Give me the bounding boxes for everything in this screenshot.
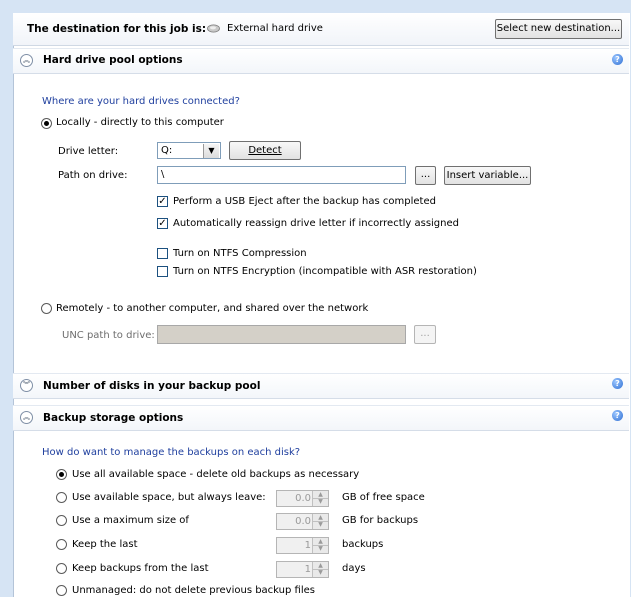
storage-option-radio[interactable]: [56, 492, 67, 503]
storage-option-radio[interactable]: [56, 469, 67, 480]
storage-option-label: Keep backups from the last: [72, 563, 209, 574]
destination-value: External hard drive: [227, 23, 323, 34]
ntfs-encryption-label: Turn on NTFS Encryption (incompatible wi…: [173, 266, 477, 277]
drive-letter-value: Q:: [161, 145, 173, 156]
stepper-unit: GB of free space: [342, 492, 425, 503]
reassign-letter-checkbox[interactable]: ✓: [157, 218, 168, 229]
storage-option-label: Use available space, but always leave:: [72, 492, 266, 503]
storage-question: How do want to manage the backups on eac…: [42, 447, 301, 458]
stepper-value: 0.0: [295, 516, 311, 527]
keep-last-stepper[interactable]: 1 ▲ ▼: [276, 537, 329, 554]
remote-radio[interactable]: [41, 303, 52, 314]
drive-letter-select[interactable]: Q: ▼: [157, 142, 221, 159]
unc-browse-button[interactable]: ...: [414, 325, 436, 344]
help-icon[interactable]: ?: [612, 410, 623, 421]
unc-label: UNC path to drive:: [62, 330, 155, 341]
insert-variable-button[interactable]: Insert variable...: [444, 166, 531, 185]
stepper-down-icon[interactable]: ▼: [313, 569, 328, 576]
stepper-value: 1: [304, 540, 311, 551]
usb-eject-label: Perform a USB Eject after the backup has…: [173, 196, 436, 207]
path-browse-button[interactable]: ...: [415, 166, 436, 185]
stepper-down-icon[interactable]: ▼: [313, 545, 328, 552]
storage-option-label: Keep the last: [72, 539, 138, 550]
disks-section-title: Number of disks in your backup pool: [43, 380, 261, 392]
stepper-down-icon[interactable]: ▼: [313, 498, 328, 505]
path-input[interactable]: \: [157, 166, 406, 184]
ntfs-compression-label: Turn on NTFS Compression: [173, 248, 307, 259]
storage-option-radio[interactable]: [56, 539, 67, 550]
chevron-down-icon[interactable]: ︾: [20, 379, 33, 392]
storage-option-label: Unmanaged: do not delete previous backup…: [72, 585, 315, 596]
stepper-down-icon[interactable]: ▼: [313, 521, 328, 528]
drive-letter-label: Drive letter:: [58, 146, 119, 157]
stepper-unit: days: [342, 563, 366, 574]
max-size-stepper[interactable]: 0.0 ▲ ▼: [276, 513, 329, 530]
storage-option-label: Use all available space - delete old bac…: [72, 469, 360, 480]
path-label: Path on drive:: [58, 170, 128, 181]
help-icon[interactable]: ?: [612, 54, 623, 65]
storage-option-radio[interactable]: [56, 515, 67, 526]
select-destination-button[interactable]: Select new destination...: [495, 19, 622, 39]
detect-button[interactable]: Detect: [229, 141, 301, 160]
external-drive-icon: [207, 24, 220, 33]
storage-option-radio[interactable]: [56, 585, 67, 596]
stepper-unit: backups: [342, 539, 384, 550]
remote-option-label: Remotely - to another computer, and shar…: [56, 303, 369, 314]
ntfs-encryption-checkbox[interactable]: [157, 266, 168, 277]
storage-option-label: Use a maximum size of: [72, 515, 189, 526]
stepper-value: 0.0: [295, 493, 311, 504]
dropdown-arrow-icon[interactable]: ▼: [203, 144, 219, 158]
stepper-unit: GB for backups: [342, 515, 419, 526]
local-option-label: Locally - directly to this computer: [56, 117, 224, 128]
unc-path-input[interactable]: [157, 325, 406, 344]
keep-days-stepper[interactable]: 1 ▲ ▼: [276, 561, 329, 578]
destination-label: The destination for this job is:: [27, 23, 207, 35]
free-space-stepper[interactable]: 0.0 ▲ ▼: [276, 490, 329, 507]
pool-question: Where are your hard drives connected?: [42, 96, 240, 107]
ntfs-compression-checkbox[interactable]: [157, 248, 168, 259]
pool-section-title: Hard drive pool options: [43, 54, 183, 66]
chevron-up-icon[interactable]: ︽: [20, 54, 33, 67]
chevron-up-icon[interactable]: ︽: [20, 411, 33, 424]
stepper-value: 1: [304, 564, 311, 575]
reassign-letter-label: Automatically reassign drive letter if i…: [173, 218, 459, 229]
usb-eject-checkbox[interactable]: ✓: [157, 196, 168, 207]
storage-option-radio[interactable]: [56, 563, 67, 574]
help-icon[interactable]: ?: [612, 378, 623, 389]
storage-section-title: Backup storage options: [43, 412, 184, 424]
local-radio[interactable]: [41, 118, 52, 129]
